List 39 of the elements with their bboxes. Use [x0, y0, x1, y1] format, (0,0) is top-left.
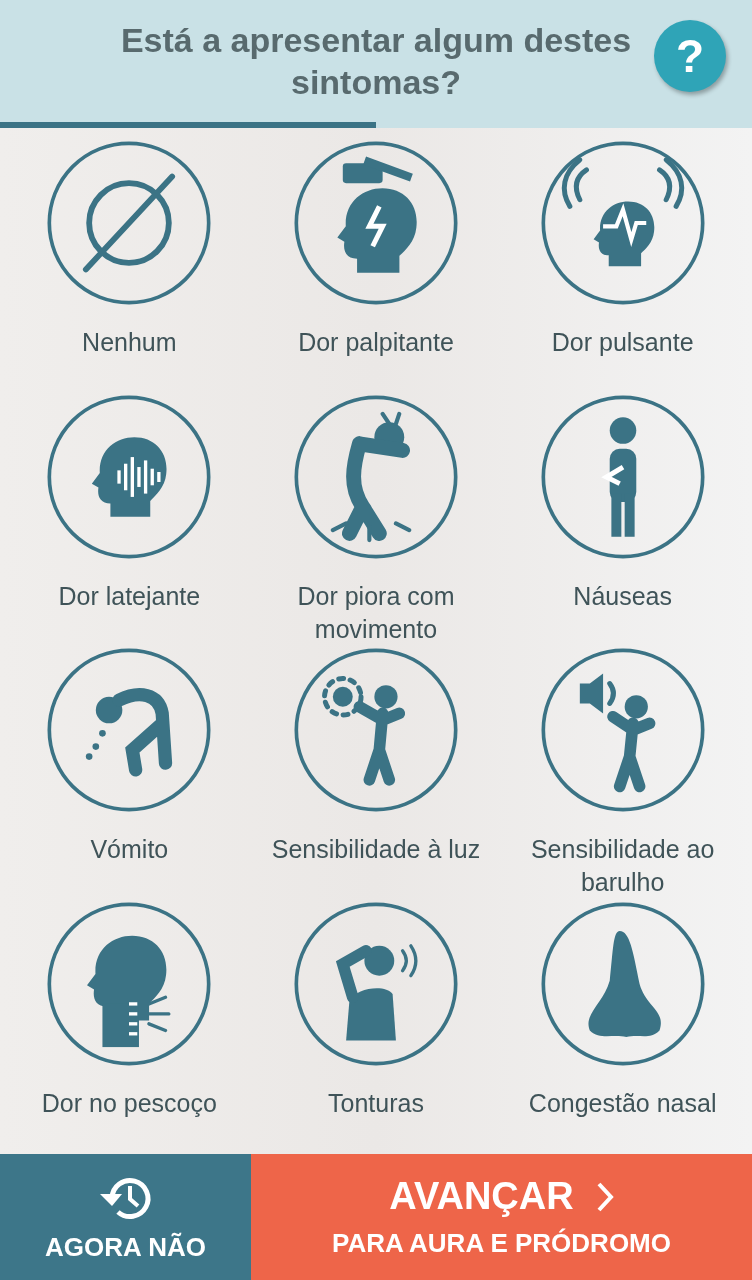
symptom-label: Sensibilidade à luz — [271, 834, 481, 865]
head-soundwave-icon — [92, 436, 167, 517]
bent-over-figure-icon — [86, 688, 173, 777]
head-waves-icon — [561, 157, 684, 267]
head-hammer-icon — [337, 156, 417, 273]
figure-speaker-icon — [579, 673, 656, 793]
symptom-label: Nenhum — [82, 327, 177, 358]
symptom-label: Congestão nasal — [528, 1087, 717, 1119]
skip-button[interactable]: AGORA NÃO — [0, 1154, 251, 1280]
symptom-option[interactable]: Náuseas — [499, 393, 746, 647]
symptom-option[interactable]: Dor palpitante — [252, 140, 500, 394]
symptom-label: Vómito — [90, 834, 169, 865]
symptom-label: Tonturas — [328, 1087, 424, 1119]
symptom-option[interactable]: Sensibilidade ao barulho — [499, 647, 746, 901]
symptom-label: Náuseas — [573, 580, 672, 612]
symptom-option[interactable]: Dor latejante — [6, 393, 253, 647]
symptom-label: Dor latejante — [58, 580, 201, 612]
symptom-option[interactable]: Dor pulsante — [499, 140, 746, 394]
empty-set-icon — [83, 173, 176, 273]
bent-figure-icon — [330, 411, 412, 542]
nose-icon — [588, 930, 661, 1037]
figure-sun-icon — [322, 676, 406, 786]
symptom-option[interactable]: Dor no pescoço — [6, 900, 253, 1154]
symptom-option[interactable]: Tonturas — [252, 900, 500, 1154]
symptom-option[interactable]: Dor piora com movimento — [252, 393, 500, 647]
symptom-label: Sensibilidade ao barulho — [529, 834, 716, 898]
standing-figure-icon — [600, 416, 636, 537]
symptom-label: Dor pulsante — [551, 327, 694, 358]
symptom-option[interactable]: Congestão nasal — [499, 900, 746, 1154]
figure-holding-head-icon — [335, 943, 418, 1040]
symptom-option[interactable]: Sensibilidade à luz — [252, 647, 500, 901]
head-neck-icon — [87, 935, 171, 1047]
question-title: Está a apresentar algum destes sintomas? — [119, 20, 633, 103]
symptom-option[interactable]: Vómito — [6, 647, 253, 901]
symptom-label: Dor piora com movimento — [296, 580, 456, 645]
symptom-option[interactable]: Nenhum — [6, 140, 253, 394]
symptom-label: Dor no pescoço — [41, 1087, 217, 1119]
chevron-right-icon — [595, 1180, 614, 1213]
symptom-label: Dor palpitante — [298, 327, 454, 358]
